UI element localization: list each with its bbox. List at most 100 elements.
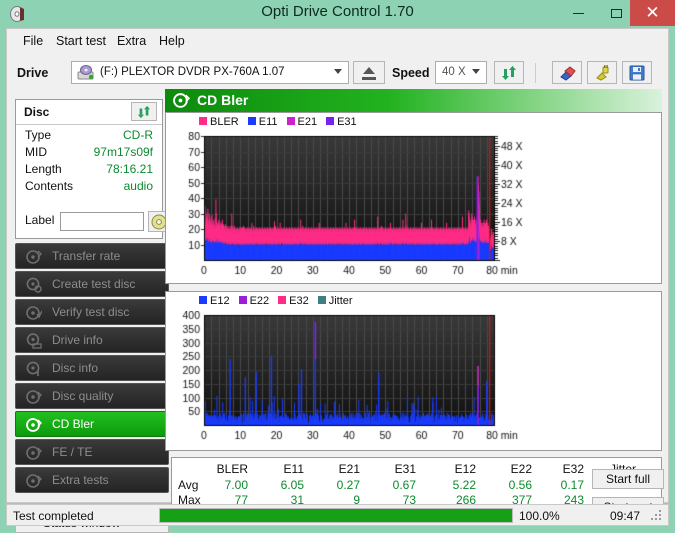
stats-avg-e31: 0.67	[392, 478, 416, 492]
disc-mid-label: MID	[25, 145, 47, 159]
legend-swatch-e22	[238, 296, 247, 304]
disc-bler-icon	[26, 417, 42, 433]
sidebar-item-verify-test-disc[interactable]: Verify test disc	[15, 299, 169, 325]
disc-icon	[26, 249, 42, 265]
disc-panel-header: Disc	[16, 100, 162, 125]
panel-title: CD Bler	[197, 92, 249, 108]
panel-header: CD Bler	[165, 89, 662, 112]
eject-icon	[363, 67, 375, 74]
sidebar-label: Verify test disc	[52, 305, 130, 319]
legend-swatch-e11	[247, 117, 256, 125]
drive-select[interactable]: (F:) PLEXTOR DVDR PX-760A 1.07	[71, 61, 349, 84]
menu-file[interactable]: File	[17, 33, 49, 49]
status-bar: Test completed 100.0% 09:47	[6, 504, 669, 526]
disc-label-input[interactable]	[60, 212, 144, 231]
bler-chart-legend: BLER E11 E21 E31	[199, 116, 366, 128]
refresh-icon	[501, 65, 517, 86]
disc-row-contents: Contents audio	[16, 179, 162, 196]
sidebar-label: Create test disc	[52, 277, 136, 291]
disc-write-icon	[26, 277, 42, 293]
disc-contents-value: audio	[123, 179, 153, 193]
legend-swatch-jitter	[317, 296, 326, 304]
disc-contents-label: Contents	[25, 179, 74, 193]
sidebar-item-extra-tests[interactable]: Extra tests	[15, 467, 169, 493]
refresh-button[interactable]	[494, 61, 524, 84]
save-icon	[629, 65, 645, 86]
menu-extra[interactable]: Extra	[111, 33, 152, 49]
legend-label-bler: BLER	[210, 116, 239, 128]
bler-chart-canvas	[166, 132, 633, 280]
sidebar-item-disc-quality[interactable]: Disc quality	[15, 383, 169, 409]
status-message: Test completed	[13, 509, 94, 523]
sidebar-item-drive-info[interactable]: Drive info	[15, 327, 169, 353]
progress-percent: 100.0%	[519, 509, 560, 523]
sidebar-label: Disc info	[52, 361, 99, 375]
sidebar-label: CD Bler	[52, 417, 95, 431]
legend-swatch-e32	[278, 296, 287, 304]
sidebar-item-cd-bler[interactable]: CD Bler	[15, 411, 169, 437]
drive-label: Drive	[17, 66, 49, 80]
disc-row-mid: MID 97m17s09f	[16, 145, 162, 162]
stats-avg-e22: 0.56	[508, 478, 532, 492]
legend-label-e32: E32	[289, 295, 309, 307]
legend-label-e22: E22	[249, 295, 270, 307]
settings-button[interactable]	[587, 61, 617, 84]
start-full-button[interactable]: Start full	[592, 469, 664, 489]
stats-col-e21: E21	[338, 462, 360, 476]
drive-select-value: (F:) PLEXTOR DVDR PX-760A 1.07	[100, 66, 285, 78]
erase-button[interactable]	[552, 61, 582, 84]
menu-help[interactable]: Help	[153, 33, 191, 49]
disc-fete-icon	[26, 445, 42, 461]
sidebar-label: Drive info	[52, 333, 103, 347]
stats-avg-e12: 5.22	[452, 478, 476, 492]
sidebar-item-transfer-rate[interactable]: Transfer rate	[15, 243, 169, 269]
disc-row-type: Type CD-R	[16, 128, 162, 145]
disc-bler-icon	[173, 92, 191, 109]
save-button[interactable]	[622, 61, 652, 84]
chevron-down-icon	[472, 69, 480, 74]
chevron-down-icon	[334, 69, 342, 74]
stats-col-e11: E11	[283, 462, 304, 476]
stats-col-e32: E32	[562, 462, 584, 476]
speed-select[interactable]: 40 X	[435, 61, 487, 84]
legend-swatch-e12	[199, 296, 207, 304]
disc-panel: Disc Type CD-R MID 97m17s09f Length 78:1…	[15, 99, 170, 239]
e12-chart-legend: E12 E22 E32 Jitter	[199, 295, 362, 307]
disc-extra-icon	[26, 473, 42, 489]
stats-avg-e11: 6.05	[280, 478, 304, 492]
eject-button[interactable]	[353, 61, 385, 84]
minimize-button[interactable]	[559, 0, 597, 26]
stats-col-bler: BLER	[216, 462, 248, 476]
disc-length-value: 78:16.21	[106, 162, 153, 176]
legend-label-jitter: Jitter	[328, 295, 353, 307]
sidebar-item-create-test-disc[interactable]: Create test disc	[15, 271, 169, 297]
sidebar-item-fe-te[interactable]: FE / TE	[15, 439, 169, 465]
menu-start-test[interactable]: Start test	[50, 33, 112, 49]
menu-bar: File Start test Extra Help	[7, 29, 668, 53]
elapsed-time: 09:47	[609, 509, 640, 523]
speed-select-value: 40 X	[442, 66, 466, 78]
legend-label-e31: E31	[337, 116, 357, 128]
disc-length-label: Length	[25, 162, 62, 176]
stats-col-e12: E12	[454, 462, 476, 476]
resize-grip[interactable]	[651, 510, 663, 522]
legend-label-e12: E12	[210, 295, 230, 307]
close-button[interactable]: ✕	[630, 0, 675, 26]
speed-label: Speed	[392, 66, 430, 80]
stats-col-e31: E31	[394, 462, 416, 476]
eraser-icon	[559, 66, 576, 86]
legend-label-e21: E21	[297, 116, 318, 128]
sidebar-item-disc-info[interactable]: Disc info	[15, 355, 169, 381]
legend-label-e11: E11	[258, 116, 278, 128]
stats-col-e22: E22	[510, 462, 532, 476]
disc-row-length: Length 78:16.21	[16, 162, 162, 179]
legend-swatch-bler	[199, 117, 207, 125]
plug-icon	[594, 65, 611, 86]
legend-swatch-e31	[326, 117, 335, 125]
refresh-icon	[137, 105, 151, 124]
disc-refresh-button[interactable]	[131, 102, 157, 121]
disc-mid-value: 97m17s09f	[93, 145, 153, 159]
disc-type-value: CD-R	[123, 128, 153, 142]
app-window: Opti Drive Control 1.70 ✕ File Start tes…	[0, 0, 675, 533]
progress-fill	[160, 509, 512, 522]
